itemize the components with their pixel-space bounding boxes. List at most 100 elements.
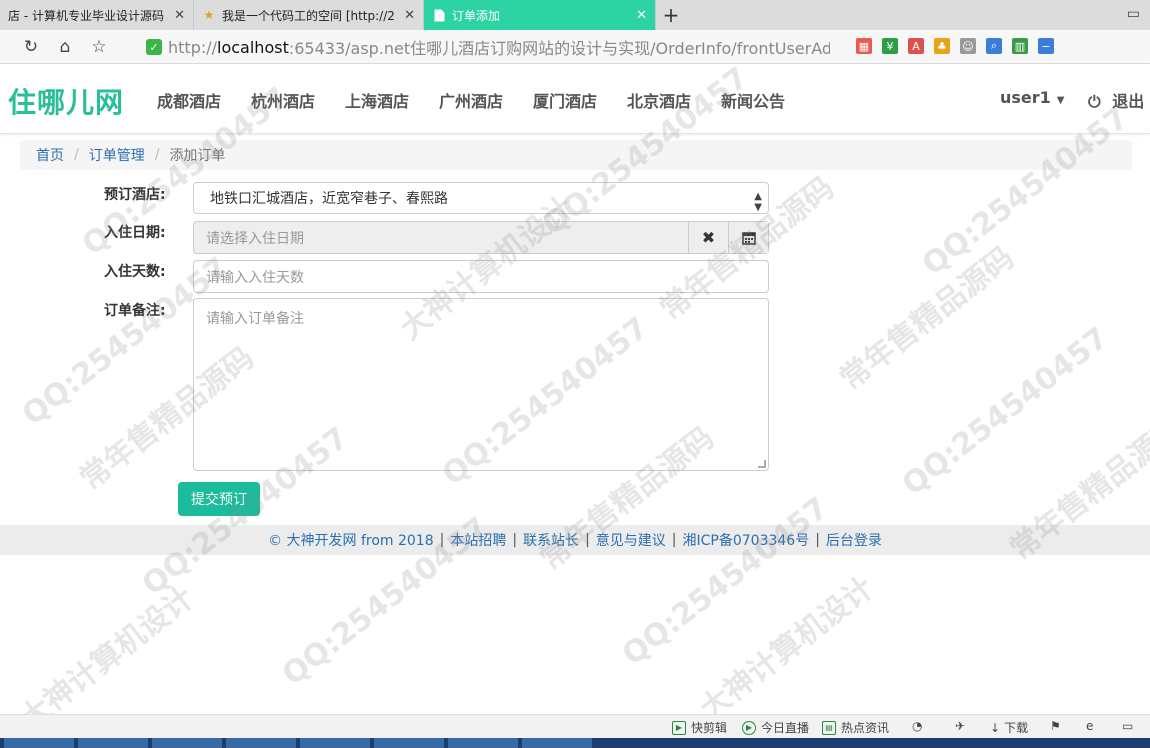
date-label: 入住日期: <box>104 225 166 241</box>
live-icon: ▶ <box>742 720 756 735</box>
note-label: 订单备注: <box>104 303 166 319</box>
days-label: 入住天数: <box>104 264 166 280</box>
days-placeholder: 请输入入住天数 <box>206 269 304 286</box>
site-navbar: 住哪儿网 成都酒店 杭州酒店 上海酒店 广州酒店 厦门酒店 北京酒店 新闻公告 … <box>0 64 1150 134</box>
url-field[interactable]: ✓ http:// localhost :65433/asp.net住哪儿酒店订… <box>146 35 830 59</box>
taskbar-button[interactable] <box>522 738 592 748</box>
game-icon[interactable]: ♣ <box>934 38 950 54</box>
status-item-download[interactable]: ↓ 下载 <box>990 719 1028 736</box>
status-label: 快剪辑 <box>691 721 728 735</box>
footer-link-icp[interactable]: 湘ICP备0703346号 <box>683 530 810 550</box>
window-icon[interactable]: ▭ <box>1127 6 1140 22</box>
close-icon[interactable]: ✕ <box>636 8 647 23</box>
status-ie-icon[interactable]: e <box>1086 719 1093 733</box>
taskbar-button[interactable] <box>78 738 148 748</box>
nav-item-guangzhou[interactable]: 广州酒店 <box>439 88 503 112</box>
status-item-quickcut[interactable]: ▶ 快剪辑 <box>672 719 727 736</box>
date-input[interactable]: 请选择入住日期 ✖ <box>193 221 769 254</box>
tab-title: 我是一个代码工的空间 [http://2 <box>222 8 395 23</box>
footer-separator: | <box>512 532 518 548</box>
user-menu[interactable]: user1 ▼ <box>1000 88 1065 107</box>
browser-tab-active[interactable]: 订单添加 ✕ <box>424 0 656 30</box>
status-window-icon[interactable]: ▭ <box>1122 719 1133 733</box>
os-taskbar <box>0 738 1150 748</box>
nav-item-hangzhou[interactable]: 杭州酒店 <box>251 88 315 112</box>
taskbar-button[interactable] <box>448 738 518 748</box>
flag-icon: ⚑ <box>1050 719 1061 733</box>
translate-icon[interactable]: A <box>908 38 924 54</box>
user-name: user1 <box>1000 88 1051 107</box>
home-icon[interactable]: ⌂ <box>48 30 82 64</box>
nav-item-xiamen[interactable]: 厦门酒店 <box>533 88 597 112</box>
apps-icon[interactable]: ▦ <box>856 38 872 54</box>
status-label: 热点资讯 <box>841 721 890 735</box>
site-footer: © 大神开发网 from 2018 | 本站招聘 | 联系站长 | 意见与建议 … <box>0 525 1150 555</box>
nav-item-shanghai[interactable]: 上海酒店 <box>345 88 409 112</box>
footer-link-admin[interactable]: 后台登录 <box>826 530 882 550</box>
hotel-select[interactable]: 地铁口汇城酒店，近宽窄巷子、春熙路 ▲ ▼ <box>193 182 769 214</box>
browser-tab[interactable]: ★ 我是一个代码工的空间 [http://2 ✕ <box>194 0 424 30</box>
footer-link-feedback[interactable]: 意见与建议 <box>596 530 666 550</box>
date-placeholder: 请选择入住日期 <box>206 230 304 247</box>
days-input[interactable]: 请输入入住天数 <box>193 260 769 293</box>
mask-icon[interactable]: ☺ <box>960 38 976 54</box>
watermark-text: QQ:254540457 <box>895 320 1116 503</box>
address-bar: ↻ ⌂ ☆ ✓ http:// localhost :65433/asp.net… <box>0 30 1150 64</box>
taskbar-button[interactable] <box>374 738 444 748</box>
logout-label: 退出 <box>1112 92 1145 111</box>
search-icon[interactable]: ⌕ <box>986 38 1002 54</box>
browser-engine-icon: e <box>1086 719 1094 733</box>
nav-item-news[interactable]: 新闻公告 <box>721 88 785 112</box>
resize-handle[interactable] <box>758 460 766 468</box>
money-icon[interactable]: ¥ <box>882 38 898 54</box>
close-icon[interactable]: ✕ <box>404 8 415 23</box>
taskbar-button[interactable] <box>152 738 222 748</box>
hotel-selected-value: 地铁口汇城酒店，近宽窄巷子、春熙路 <box>210 191 448 207</box>
clear-date-icon[interactable]: ✖ <box>688 222 728 253</box>
url-path: :65433/asp.net住哪儿酒店订购网站的设计与实现/OrderInfo/… <box>288 39 830 58</box>
document-icon <box>432 8 446 22</box>
submit-booking-button[interactable]: 提交预订 <box>178 482 260 516</box>
logout-button[interactable]: ⏻ 退出 <box>1088 88 1144 112</box>
extension-toolbar: ▦ ¥ A ♣ ☺ ⌕ ▥ − <box>856 38 1054 54</box>
nav-item-beijing[interactable]: 北京酒店 <box>627 88 691 112</box>
status-tools-icon[interactable]: ✈ <box>955 719 965 733</box>
reload-icon[interactable]: ↻ <box>14 30 48 64</box>
calendar-icon[interactable] <box>728 222 768 253</box>
footer-link-jobs[interactable]: 本站招聘 <box>450 530 506 550</box>
footer-link-contact[interactable]: 联系站长 <box>523 530 579 550</box>
status-item-live[interactable]: ▶ 今日直播 <box>742 719 809 736</box>
taskbar-button[interactable] <box>4 738 74 748</box>
minus-icon[interactable]: − <box>1038 38 1054 54</box>
note-placeholder: 请输入订单备注 <box>206 311 304 327</box>
status-item-news[interactable]: ▤ 热点资讯 <box>822 719 889 736</box>
note-textarea[interactable]: 请输入订单备注 <box>193 298 769 471</box>
gauge-icon: ◔ <box>912 719 923 733</box>
tab-title: 店 - 计算机专业毕业设计源码 <box>8 8 164 23</box>
footer-copyright[interactable]: © 大神开发网 from 2018 <box>268 530 434 550</box>
browser-tab[interactable]: 店 - 计算机专业毕业设计源码 ✕ <box>0 0 194 30</box>
footer-separator: | <box>585 532 590 548</box>
breadcrumb-section[interactable]: 订单管理 <box>89 145 145 165</box>
taskbar-button[interactable] <box>226 738 296 748</box>
secure-shield-icon: ✓ <box>146 39 162 55</box>
nav-item-chengdu[interactable]: 成都酒店 <box>157 88 221 112</box>
hotel-label: 预订酒店: <box>104 187 166 203</box>
new-tab-button[interactable]: + <box>656 0 686 30</box>
site-brand[interactable]: 住哪儿网 <box>8 81 124 121</box>
watermark-text: 常年售精品源码 <box>833 240 1021 398</box>
browser-status-bar: ▶ 快剪辑 ▶ 今日直播 ▤ 热点资讯 ◔ ✈ ↓ 下载 ⚑ e ▭ <box>0 714 1150 738</box>
book-icon[interactable]: ▥ <box>1012 38 1028 54</box>
tab-title: 订单添加 <box>452 8 501 23</box>
download-icon: ↓ <box>990 720 1001 735</box>
status-flag-icon[interactable]: ⚑ <box>1050 719 1061 733</box>
bookmark-star-icon[interactable]: ☆ <box>82 30 116 64</box>
breadcrumb-separator: / <box>74 147 79 163</box>
close-icon[interactable]: ✕ <box>174 8 185 23</box>
breadcrumb-home[interactable]: 首页 <box>36 145 64 165</box>
taskbar-button[interactable] <box>300 738 370 748</box>
footer-separator: | <box>815 532 820 548</box>
status-speed-icon[interactable]: ◔ <box>912 719 922 733</box>
status-label: 今日直播 <box>761 721 810 735</box>
news-icon: ▤ <box>822 720 836 735</box>
